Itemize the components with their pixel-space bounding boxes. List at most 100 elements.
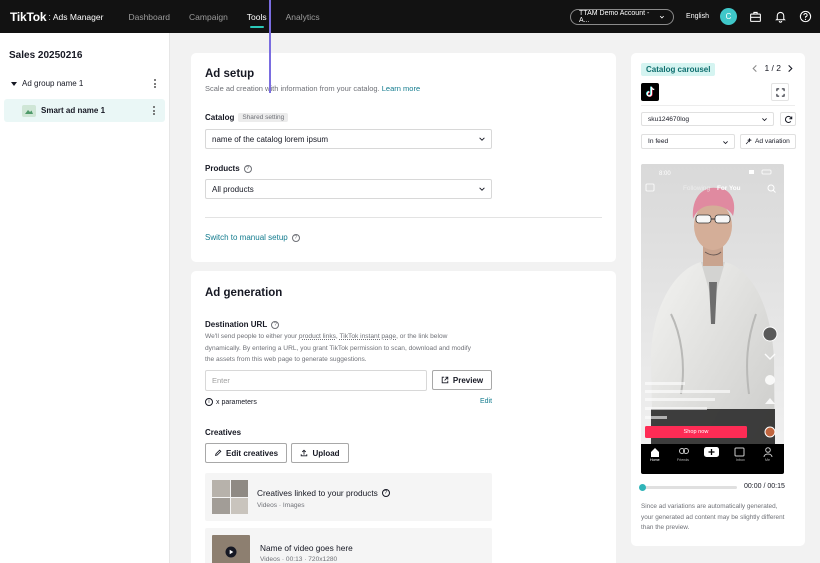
divider	[641, 105, 795, 106]
ad-generation-title: Ad generation	[205, 287, 283, 299]
chevron-left-icon[interactable]	[751, 64, 759, 73]
video-meta: Videos · 00:13 · 720x1280	[260, 556, 338, 563]
nav-campaign[interactable]: Campaign	[189, 0, 228, 33]
ad-item-selected[interactable]: Smart ad name 1	[4, 99, 165, 122]
nav-analytics[interactable]: Analytics	[286, 0, 320, 33]
creative-row-meta: Videos · Images	[257, 502, 305, 509]
preview-disclaimer: Since ad variations are automatically ge…	[641, 503, 785, 531]
shared-setting-badge: Shared setting	[238, 113, 289, 122]
switch-manual-setup-link[interactable]: Switch to manual setup	[205, 233, 288, 242]
catalog-select[interactable]: name of the catalog lorem ipsum	[205, 129, 492, 149]
description-line-3: the assets from this web page to generat…	[205, 356, 367, 363]
preview-page-indicator: 1 / 2	[764, 63, 781, 73]
chevron-down-icon	[660, 15, 665, 18]
preview-button[interactable]: Preview	[432, 370, 492, 390]
help-icon[interactable]: ?	[271, 320, 280, 329]
placement-select[interactable]: In feed	[641, 134, 735, 149]
chevron-down-icon	[479, 187, 485, 191]
sku-select[interactable]: sku124670log	[641, 112, 774, 126]
ad-group-label: Ad group name 1	[22, 79, 84, 88]
chevron-down-icon	[723, 141, 728, 145]
parameters-row: i x parameters	[205, 398, 257, 406]
chevron-down-icon	[479, 137, 485, 141]
chevron-right-icon[interactable]	[786, 64, 794, 73]
edit-creatives-label: Edit creatives	[225, 448, 279, 458]
tiktok-ads-manager-logo[interactable]: TikTok : Ads Manager	[10, 10, 103, 24]
catalog-field-label: Catalog Shared setting	[205, 113, 289, 122]
edit-creatives-button[interactable]: Edit creatives	[205, 443, 287, 463]
catalog-select-value: name of the catalog lorem ipsum	[212, 134, 329, 144]
ad-setup-subtitle-text: Scale ad creation with information from …	[205, 84, 380, 93]
ad-variation-label: Ad variation	[755, 138, 790, 145]
ad-variation-button[interactable]: Ad variation	[740, 134, 796, 149]
upload-button[interactable]: Upload	[291, 443, 349, 463]
nav-tools[interactable]: Tools	[247, 0, 267, 33]
help-icon[interactable]: ?	[291, 233, 300, 242]
destination-url-input[interactable]: Enter	[205, 370, 427, 391]
help-icon[interactable]	[798, 10, 812, 24]
ad-label: Smart ad name 1	[41, 106, 106, 115]
destination-url-label: Destination URL	[205, 320, 268, 329]
catalog-label: Catalog	[205, 113, 235, 122]
logo-brand: TikTok	[10, 9, 47, 24]
tiktok-icon	[641, 83, 659, 101]
catalog-carousel-tag: Catalog carousel	[641, 63, 716, 76]
ad-setup-title: Ad setup	[205, 68, 255, 80]
more-options-icon[interactable]	[152, 106, 155, 115]
preview-button-label: Preview	[452, 375, 484, 385]
sparkle-icon	[745, 138, 752, 145]
phone-status-time: 8:00	[659, 171, 671, 177]
creative-row-title: Creatives linked to your products ?	[257, 488, 390, 498]
creative-row-products[interactable]: Creatives linked to your products ? Vide…	[205, 473, 492, 521]
fullscreen-button[interactable]	[771, 83, 789, 101]
logo-separator: :	[48, 11, 51, 22]
progress-handle[interactable]	[639, 484, 646, 491]
campaign-tree-sidebar: Sales 20250216 Ad group name 1 Smart ad …	[0, 33, 170, 563]
upload-label: Upload	[312, 448, 340, 458]
sku-value: sku124670log	[648, 115, 690, 123]
chevron-down-icon	[762, 118, 767, 122]
ad-thumbnail-icon	[22, 104, 36, 117]
user-avatar[interactable]: C	[720, 8, 737, 25]
video-title: Name of video goes here	[260, 543, 353, 553]
video-time: 00:00 / 00:15	[744, 483, 785, 490]
caret-down-icon[interactable]	[11, 81, 17, 86]
account-selector[interactable]: TTAM Demo Account - A...	[570, 8, 675, 25]
learn-more-link[interactable]: Learn more	[382, 84, 420, 93]
nav-dashboard[interactable]: Dashboard	[128, 0, 170, 33]
top-right-controls: TTAM Demo Account - A... English C	[570, 0, 812, 33]
refresh-button[interactable]	[780, 112, 796, 126]
manual-setup-row: Switch to manual setup ?	[205, 233, 300, 242]
upload-icon	[301, 449, 308, 457]
refresh-icon	[785, 115, 793, 123]
creative-row-video[interactable]: Name of video goes here Videos · 00:13 ·…	[205, 528, 492, 563]
phone-nav-home: Home	[650, 458, 660, 462]
placement-value: In feed	[648, 138, 669, 145]
play-icon	[225, 546, 237, 557]
description-text: We'll send people to either your	[205, 333, 298, 340]
destination-url-description: We'll send people to either your product…	[205, 331, 505, 366]
edit-parameters-link[interactable]: Edit	[480, 398, 492, 405]
description-text: , or the link below	[396, 333, 448, 340]
video-progress-bar[interactable]	[639, 484, 737, 491]
product-links-link[interactable]: product links	[299, 333, 336, 340]
help-icon[interactable]: ?	[243, 164, 252, 173]
video-thumbnail	[212, 535, 250, 563]
shop-now-cta: Shop now	[645, 426, 747, 438]
business-center-icon[interactable]	[748, 10, 762, 24]
more-options-icon[interactable]	[153, 79, 156, 88]
help-icon[interactable]: ?	[381, 489, 390, 497]
ad-setup-card: Ad setup Scale ad creation with informat…	[191, 53, 616, 262]
phone-nav-inbox: Inbox	[736, 458, 745, 462]
products-select[interactable]: All products	[205, 179, 492, 199]
ad-setup-subtitle: Scale ad creation with information from …	[205, 84, 420, 93]
language-selector[interactable]: English	[686, 13, 709, 20]
url-placeholder: Enter	[212, 376, 230, 385]
tiktok-instant-page-link[interactable]: TikTok instant page	[339, 333, 396, 340]
phone-nav-me: Me	[765, 458, 770, 462]
preview-pager: 1 / 2	[751, 63, 794, 73]
campaign-title[interactable]: Sales 20250216	[9, 50, 82, 61]
notification-bell-icon[interactable]	[773, 10, 787, 24]
ad-group-item[interactable]: Ad group name 1	[0, 75, 170, 92]
pencil-icon	[214, 449, 222, 457]
